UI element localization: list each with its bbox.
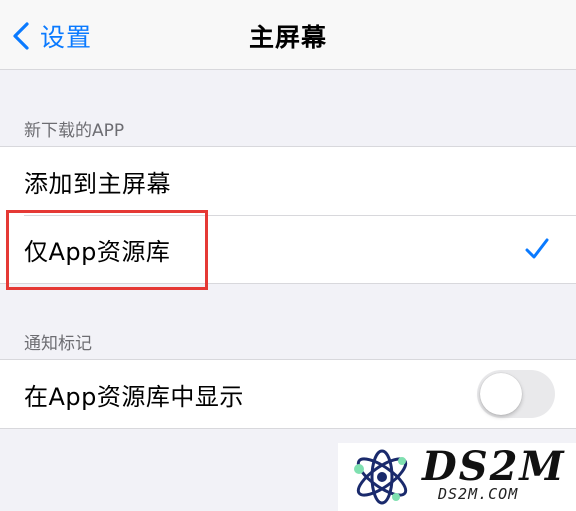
section-header-notification-badges: 通知标记 xyxy=(24,334,92,354)
show-in-app-library-toggle[interactable] xyxy=(477,370,555,418)
checkmark-icon xyxy=(525,238,549,259)
watermark-text: DS2M xyxy=(422,443,566,490)
option-add-to-home-screen[interactable]: 添加到主屏幕 xyxy=(0,147,576,215)
watermark-url: DS2M.COM xyxy=(438,485,519,503)
section-header-new-downloads: 新下载的APP xyxy=(24,121,125,141)
watermark: DS2M DS2M.COM xyxy=(338,443,576,511)
toggle-knob xyxy=(480,373,522,415)
page-title: 主屏幕 xyxy=(248,23,327,52)
toggle-label: 在App资源库中显示 xyxy=(24,382,244,411)
navigation-bar: 设置 主屏幕 xyxy=(0,0,576,70)
atom-logo-icon xyxy=(354,449,408,505)
notification-badges-group: 在App资源库中显示 xyxy=(0,359,576,429)
annotation-highlight-box xyxy=(6,210,208,290)
option-label: 添加到主屏幕 xyxy=(24,169,171,198)
show-in-app-library-row: 在App资源库中显示 xyxy=(0,360,576,428)
